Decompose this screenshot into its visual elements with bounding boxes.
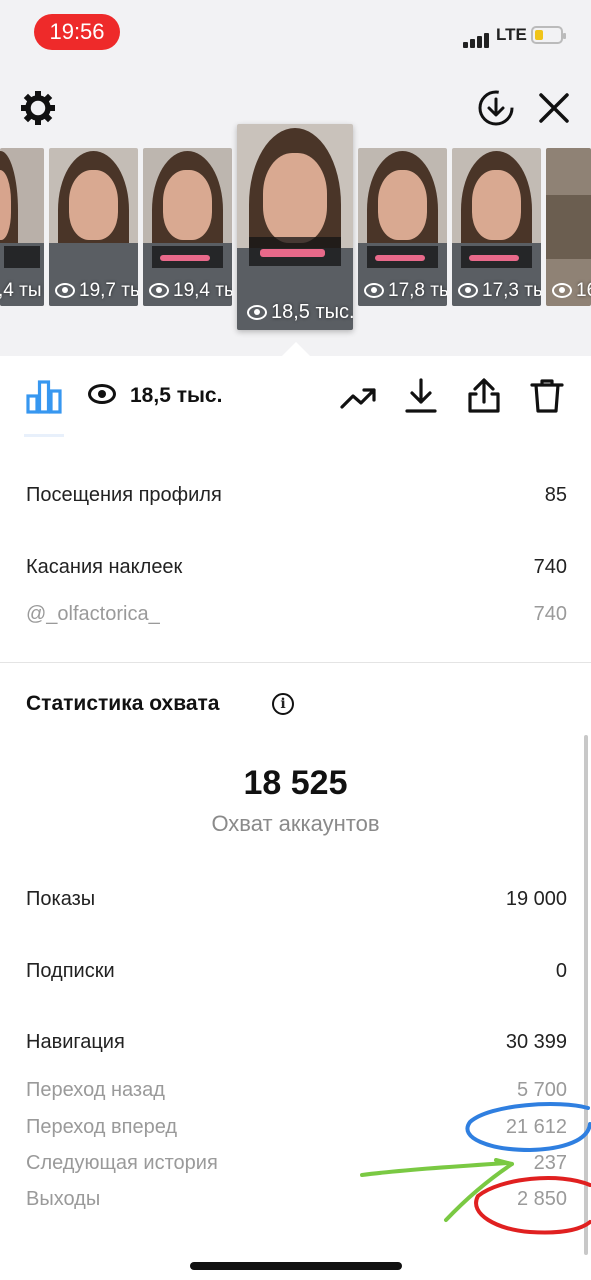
close-icon[interactable] [536, 90, 572, 126]
row-value: 30 399 [505, 1031, 567, 1053]
eye-icon [364, 283, 384, 299]
row-value: 85 [544, 484, 567, 506]
row-value: 21 612 [505, 1116, 567, 1138]
home-indicator[interactable] [190, 1262, 402, 1270]
row-label: Подписки [26, 960, 115, 982]
thumbnail-views: 17,8 ты [388, 280, 447, 301]
thumbnail-views: ,4 ты [0, 280, 42, 301]
row-value: 2 850 [516, 1188, 567, 1210]
eye-icon [55, 283, 75, 299]
thumbnail-views: 19,7 ты [79, 280, 138, 301]
row-label: Показы [26, 888, 96, 910]
row-value: 0 [555, 960, 567, 982]
story-thumbnail[interactable]: ,4 ты [0, 148, 44, 306]
tab-indicator [24, 434, 64, 437]
row-label: Выходы [26, 1188, 101, 1210]
row-label: Касания наклеек [26, 556, 183, 578]
download-circle-icon[interactable] [476, 88, 516, 128]
download-icon[interactable] [404, 378, 438, 414]
story-toolbar: 18,5 тыс. [0, 356, 591, 436]
thumbnail-views: 16 [576, 280, 591, 301]
thumbnail-views: 17,3 ты [482, 280, 541, 301]
status-bar: 19:56 LTE [0, 0, 591, 64]
story-thumbnail[interactable]: 19,7 ты [49, 148, 138, 306]
row-value: 237 [533, 1152, 567, 1174]
network-label: LTE [496, 25, 527, 44]
story-thumbnail[interactable]: 16 [546, 148, 591, 306]
row-value: 5 700 [516, 1079, 567, 1101]
trash-icon[interactable] [530, 378, 564, 414]
eye-icon [88, 384, 116, 405]
scrollbar[interactable] [584, 735, 588, 1255]
signal-icon [463, 30, 491, 48]
thumbnail-views: 18,5 тыс. [271, 301, 353, 323]
section-divider [0, 662, 591, 663]
row-label: Переход назад [26, 1079, 165, 1101]
accounts-reached-label: Охват аккаунтов [211, 811, 380, 836]
row-label: Посещения профиля [26, 484, 222, 506]
bar-chart-icon[interactable] [26, 380, 62, 414]
eye-icon [149, 283, 169, 299]
share-icon[interactable] [466, 378, 502, 414]
story-thumbnail[interactable]: 17,3 ты [452, 148, 541, 306]
eye-icon [247, 305, 267, 321]
gear-icon[interactable] [18, 88, 58, 128]
row-value: 740 [533, 556, 567, 578]
eye-icon [552, 283, 572, 299]
selection-pointer [282, 342, 310, 356]
battery-icon [531, 26, 566, 44]
thumbnail-views: 19,4 ты [173, 280, 232, 301]
trending-icon[interactable] [340, 386, 378, 410]
info-icon[interactable]: i [272, 693, 294, 715]
story-thumbnail[interactable]: 19,4 ты [143, 148, 232, 306]
row-label: Следующая история [26, 1152, 218, 1174]
row-label: @_olfactorica_ [26, 603, 160, 625]
story-thumbnail[interactable]: 17,8 ты [358, 148, 447, 306]
row-value: 19 000 [505, 888, 567, 910]
toolbar-views: 18,5 тыс. [130, 384, 223, 407]
story-thumbnail-selected[interactable]: 18,5 тыс. [237, 124, 353, 330]
eye-icon [458, 283, 478, 299]
row-label: Переход вперед [26, 1116, 178, 1138]
reach-section-title: Статистика охвата [26, 692, 220, 715]
status-time: 19:56 [34, 14, 120, 50]
row-label: Навигация [26, 1031, 125, 1053]
accounts-reached-value: 18 525 [243, 764, 348, 802]
row-value: 740 [533, 603, 567, 625]
